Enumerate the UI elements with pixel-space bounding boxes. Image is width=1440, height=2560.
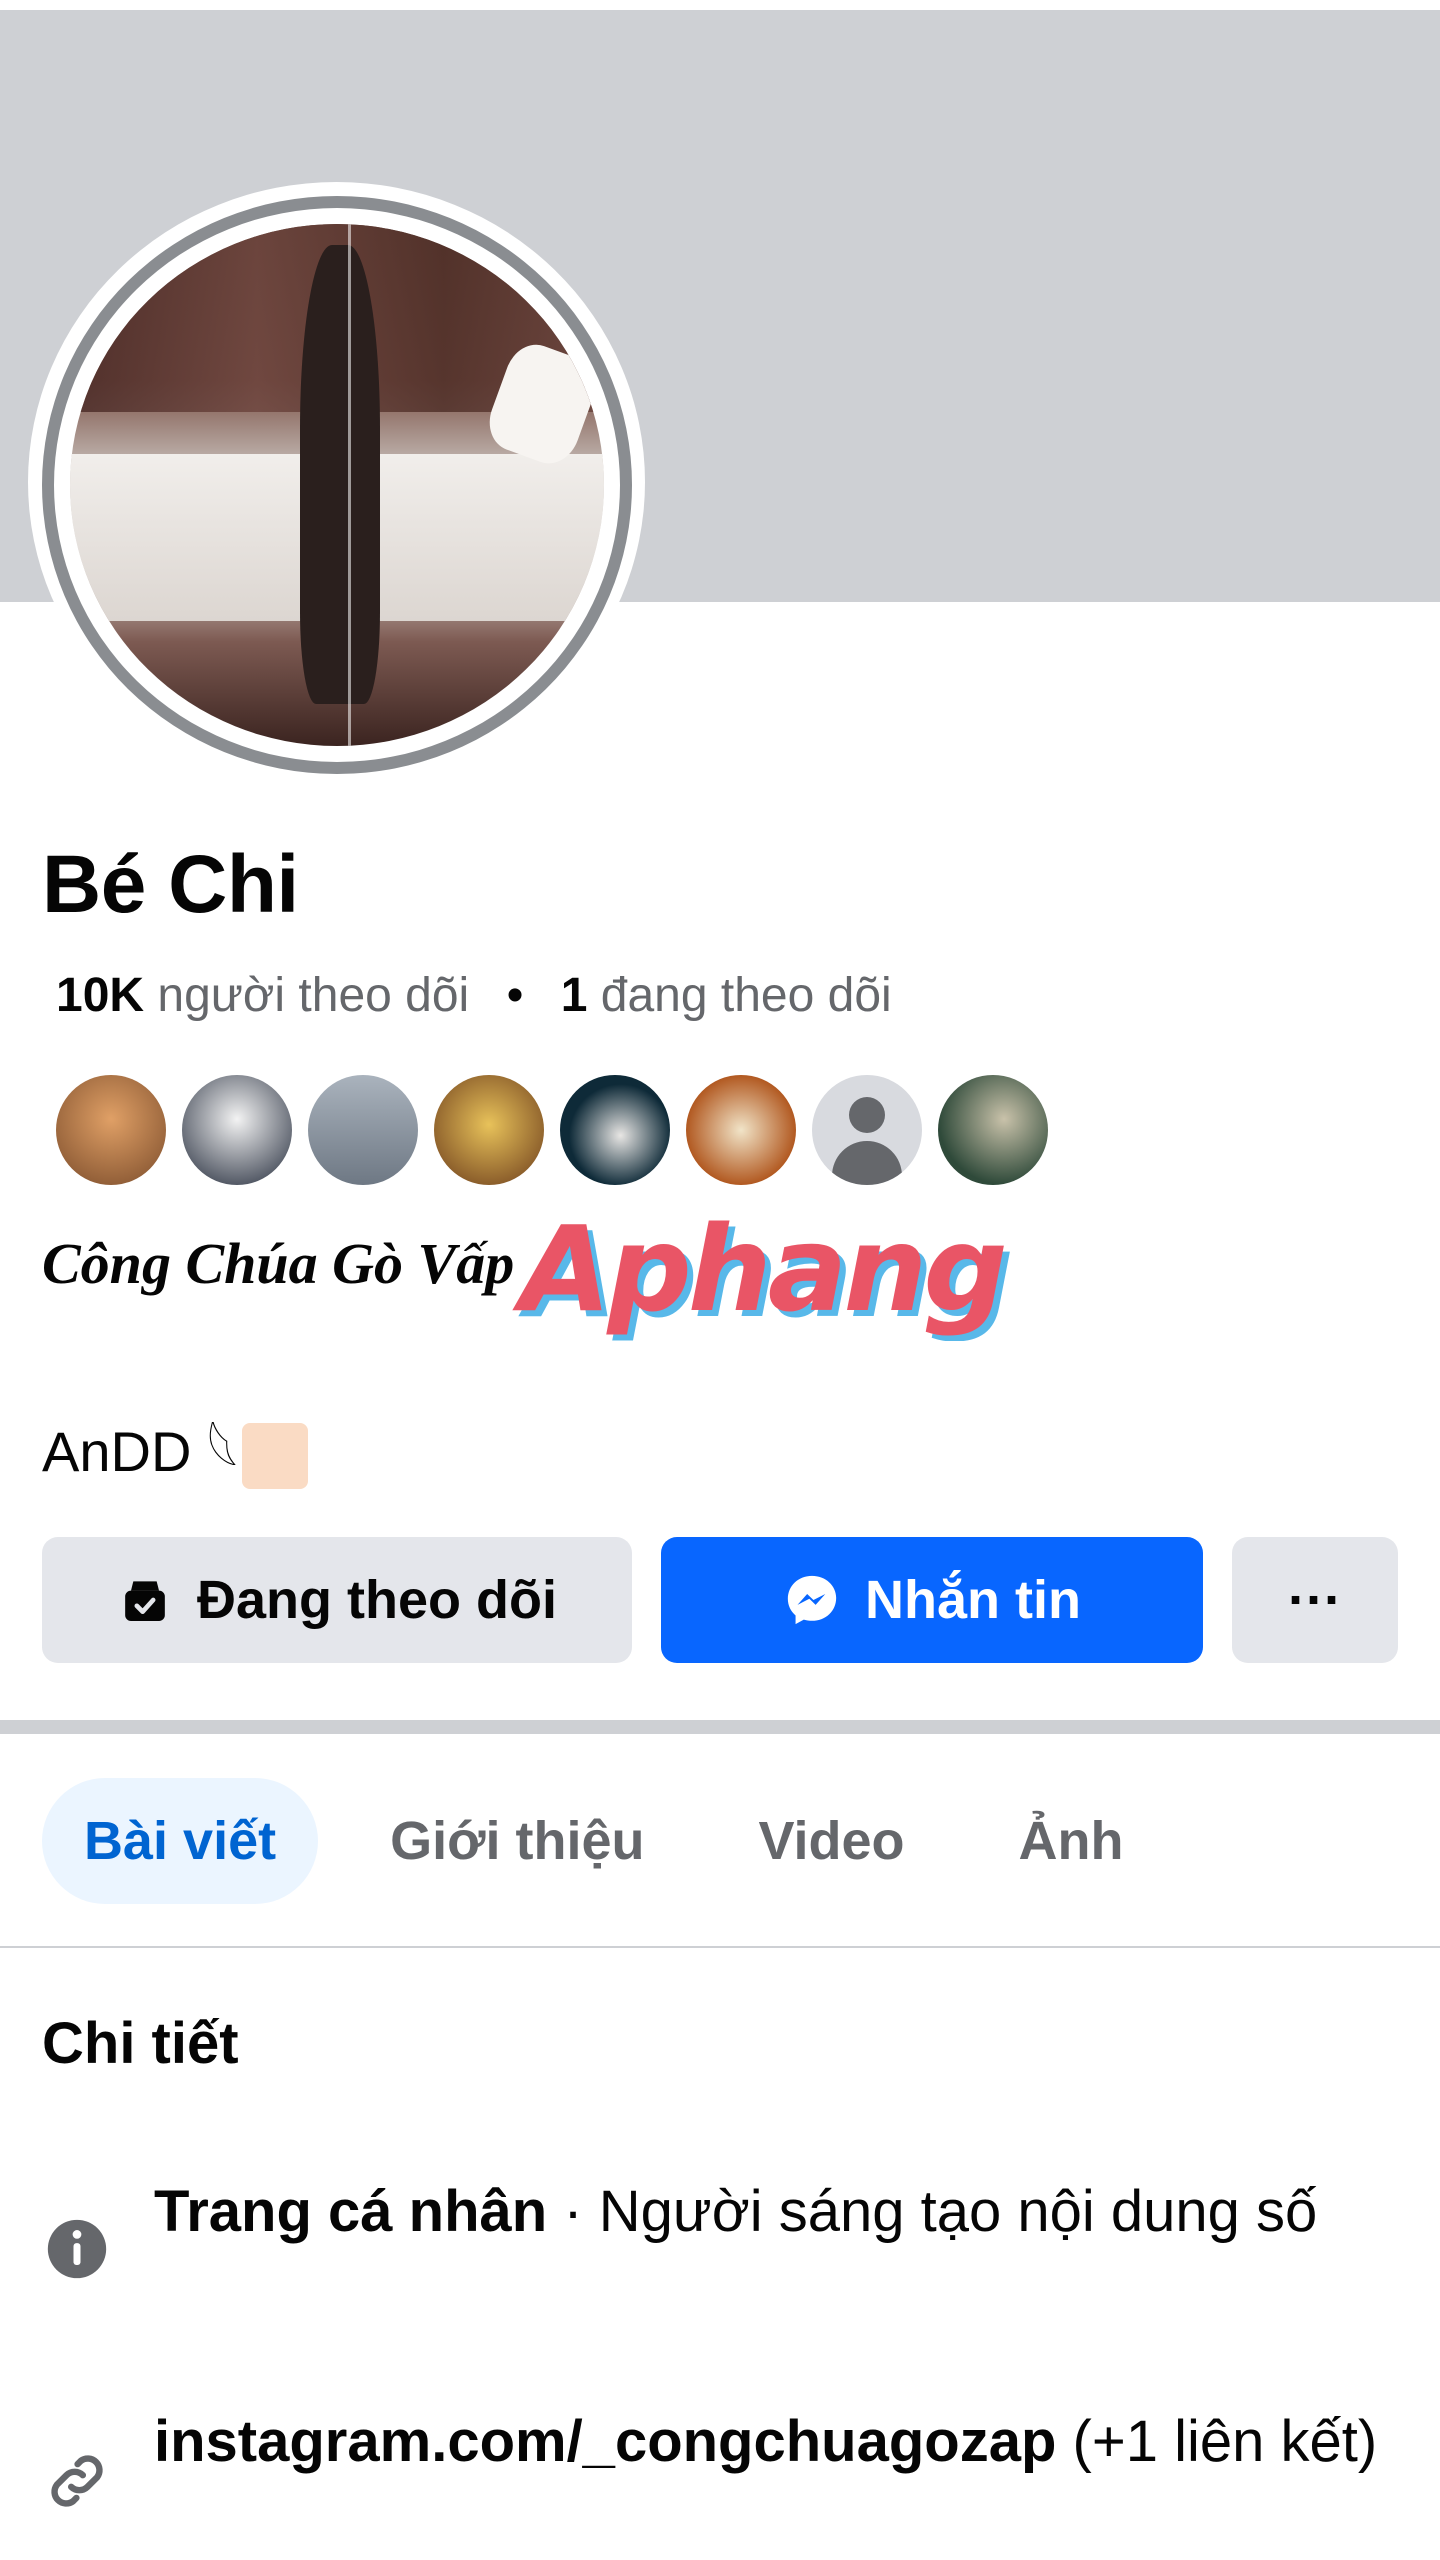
messenger-icon bbox=[783, 1571, 841, 1629]
emoji-box bbox=[242, 1423, 309, 1490]
info-icon bbox=[42, 2214, 112, 2284]
detail-profile-type: Trang cá nhân · Người sáng tạo nội dung … bbox=[154, 2170, 1384, 2254]
profile-avatar[interactable] bbox=[42, 196, 632, 774]
friend-avatar[interactable] bbox=[434, 1075, 544, 1185]
friend-avatar[interactable] bbox=[560, 1075, 670, 1185]
tab-videos[interactable]: Video bbox=[716, 1778, 946, 1904]
watermark-logo: Aphang bbox=[520, 1200, 1008, 1338]
friend-avatar[interactable] bbox=[308, 1075, 418, 1185]
following-label[interactable]: đang theo dõi bbox=[601, 969, 892, 1022]
detail-link[interactable]: instagram.com/_congchuagozap (+1 liên kế… bbox=[154, 2400, 1384, 2484]
profile-bio: Công Chúa Gò Vấp bbox=[42, 1231, 515, 1296]
following-bag-icon bbox=[117, 1572, 173, 1628]
detail-profile-type-strong: Trang cá nhân bbox=[154, 2179, 548, 2244]
following-count[interactable]: 1 bbox=[561, 969, 588, 1022]
detail-link-extra: (+1 liên kết) bbox=[1056, 2409, 1378, 2474]
tab-about[interactable]: Giới thiệu bbox=[348, 1778, 686, 1904]
friend-avatar[interactable] bbox=[182, 1075, 292, 1185]
stats-separator: • bbox=[506, 969, 524, 1022]
profile-name: Bé Chi bbox=[42, 839, 299, 930]
followers-label[interactable]: người theo dõi bbox=[157, 969, 469, 1022]
profile-subbio: AnDD 𓆩 bbox=[42, 1398, 309, 1490]
photo-figure bbox=[299, 244, 380, 705]
friend-avatar[interactable] bbox=[56, 1075, 166, 1185]
message-button[interactable]: Nhắn tin bbox=[661, 1537, 1203, 1663]
following-button-label: Đang theo dõi bbox=[197, 1570, 557, 1630]
detail-link-url[interactable]: instagram.com/_congchuagozap bbox=[154, 2409, 1056, 2474]
profile-tabs: Bài viết Giới thiệu Video Ảnh bbox=[42, 1778, 1196, 1904]
follow-stats: 10K người theo dõi • 1 đang theo dõi bbox=[56, 968, 892, 1023]
following-button[interactable]: Đang theo dõi bbox=[42, 1537, 632, 1663]
friends-avatar-row bbox=[56, 1075, 1064, 1185]
message-button-label: Nhắn tin bbox=[865, 1570, 1081, 1630]
friend-avatar-placeholder[interactable] bbox=[812, 1075, 922, 1185]
more-options-button[interactable]: ··· bbox=[1232, 1537, 1398, 1663]
details-title: Chi tiết bbox=[42, 2011, 239, 2076]
default-person-icon bbox=[849, 1097, 885, 1133]
profile-photo bbox=[70, 224, 604, 746]
subbio-text: AnDD 𓆩 bbox=[42, 1420, 239, 1483]
tab-photos[interactable]: Ảnh bbox=[977, 1778, 1166, 1904]
section-divider bbox=[0, 1720, 1440, 1734]
more-dots-icon: ··· bbox=[1288, 1570, 1342, 1630]
detail-profile-type-text: · Người sáng tạo nội dung số bbox=[547, 2179, 1318, 2244]
tabs-divider bbox=[0, 1946, 1440, 1948]
default-person-icon-body bbox=[832, 1141, 902, 1185]
photo-split-line bbox=[347, 224, 351, 746]
followers-count[interactable]: 10K bbox=[56, 969, 144, 1022]
friend-avatar[interactable] bbox=[938, 1075, 1048, 1185]
tab-posts[interactable]: Bài viết bbox=[42, 1778, 319, 1904]
link-icon bbox=[42, 2446, 112, 2516]
friend-avatar[interactable] bbox=[686, 1075, 796, 1185]
